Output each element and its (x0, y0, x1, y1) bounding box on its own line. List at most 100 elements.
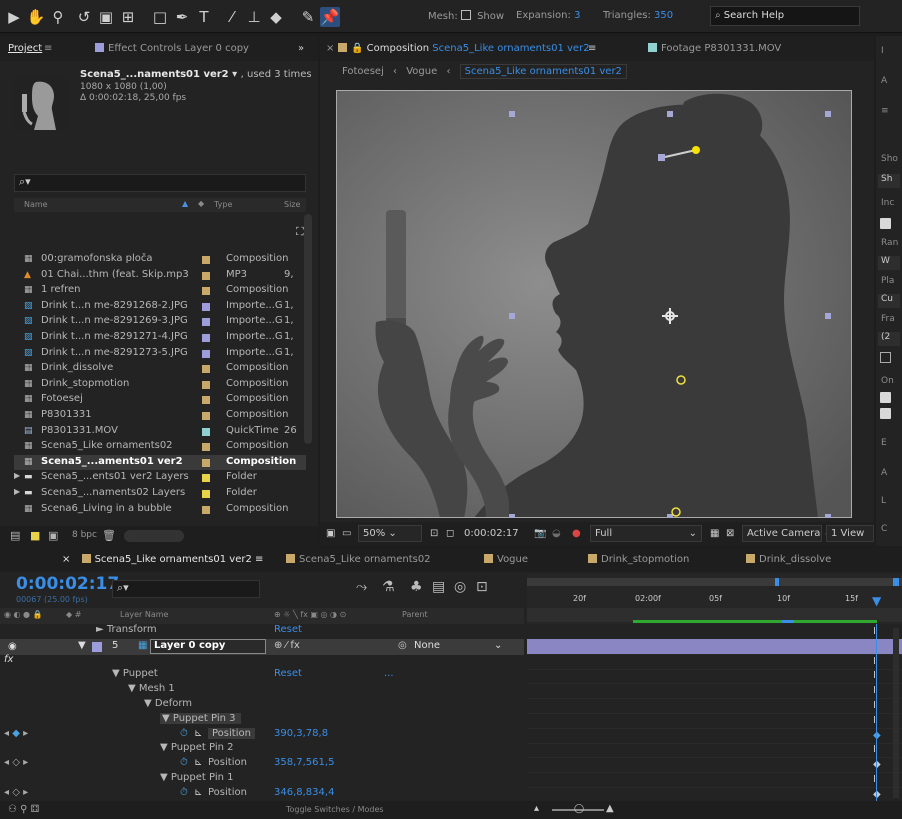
graph-editor-icon[interactable]: ⊡ (476, 579, 488, 595)
transparency-grid-icon[interactable]: ▦ (710, 528, 719, 539)
property-name[interactable]: ▼ Puppet Pin 1 (160, 772, 233, 783)
lock-icon[interactable]: 🔒 (351, 43, 363, 54)
project-item[interactable]: ▶ ▬ Scena5_...ents01 ver2 Layers Folder (14, 470, 306, 485)
time-ruler[interactable]: 20f 02:00f 05f 10f 15f ▼ (527, 574, 902, 624)
label-color-swatch[interactable] (202, 271, 210, 280)
right-checkbox-3[interactable] (880, 392, 891, 403)
expand-icon[interactable]: ▼ (78, 640, 86, 651)
tab-timeline-3[interactable]: Drink_stopmotion (588, 554, 689, 565)
type-tool-icon[interactable]: T (194, 7, 214, 27)
snapshot-icon[interactable]: 📷 (534, 528, 546, 539)
stopwatch-icon[interactable]: ⏱ (180, 787, 188, 798)
color-channel-icon[interactable]: ● (572, 528, 581, 539)
shy-layers-icon[interactable]: ♣ (410, 579, 423, 595)
fit-icon[interactable]: ⊡ (430, 528, 438, 539)
property-track[interactable] (527, 742, 902, 759)
column-name[interactable]: Name (24, 200, 48, 209)
tab-composition[interactable]: 🔒 Composition Scena5_Like ornaments01 ve… (338, 43, 590, 54)
keyframe-navigator[interactable]: ◂ ◆ ▸ (4, 728, 28, 739)
video-visibility-icon[interactable]: ◉ (8, 641, 17, 652)
clone-stamp-tool-icon[interactable]: ⊥ (244, 7, 264, 27)
parent-dropdown[interactable]: None ⌄ (414, 640, 510, 651)
project-hscrollbar[interactable] (124, 530, 184, 542)
rotate-tool-icon[interactable]: ↺ (74, 7, 94, 27)
property-track[interactable] (527, 654, 902, 670)
project-scrollbar[interactable] (304, 214, 312, 444)
views-dropdown[interactable]: 1 View (826, 525, 874, 542)
layer-duration-bar[interactable] (527, 638, 902, 655)
project-search-input[interactable]: ⌕▾ (14, 174, 306, 192)
label-color-swatch[interactable] (202, 334, 210, 342)
column-type[interactable]: Type (214, 200, 232, 209)
tab-footage[interactable]: Footage P8301331.MOV (648, 43, 781, 54)
magnification-dropdown[interactable]: 50% ⌄ (358, 525, 422, 542)
timeline-property-row[interactable]: ◂ ◇ ▸ ⏱ ⊾ Position 358,7,561,5 (0, 757, 524, 773)
timeline-property-row[interactable]: ◂ ◆ ▸ ⏱ ⊾ Position 390,3,78,8 (0, 727, 524, 744)
zoom-tool-icon[interactable]: ⚲ (48, 7, 68, 27)
camera-dropdown[interactable]: Active Camera ⌄ (742, 525, 832, 542)
draft-3d-icon[interactable]: ⚗ (382, 579, 395, 595)
property-name[interactable]: ▼ Deform (144, 698, 192, 709)
property-track[interactable] (527, 728, 902, 744)
expand-icon[interactable]: ▶ (14, 471, 20, 480)
comp-mini-flowchart-icon[interactable]: ⤳ (356, 579, 367, 595)
position-value[interactable]: 358,7,561,5 (274, 757, 334, 768)
project-item[interactable]: ▨ Drink t...n me-8291271-4.JPG Importe...G… (14, 330, 306, 345)
project-item[interactable]: ▶ ▬ Scena5_...naments02 Layers Folder (14, 486, 306, 501)
column-parent[interactable]: Parent (402, 610, 428, 619)
composition-viewer[interactable] (320, 84, 874, 521)
project-item[interactable]: ▦ Scena5_...aments01 ver2 Composition (14, 454, 306, 470)
label-color-swatch[interactable] (202, 365, 210, 374)
project-item[interactable]: ▨ Drink t...n me-8291268-2.JPG Importe...G… (14, 299, 306, 314)
project-item[interactable]: ▦ Drink_stopmotion Composition (14, 377, 306, 392)
right-checkbox-4[interactable] (880, 408, 891, 419)
column-layer-name[interactable]: Layer Name (120, 610, 168, 619)
frame-blending-icon[interactable]: ▤ (432, 579, 445, 595)
camera-tool-icon[interactable]: ▣ (96, 7, 116, 27)
label-color-swatch[interactable] (202, 302, 210, 311)
timeline-property-row[interactable]: ▼ Puppet Reset... (0, 668, 524, 684)
property-name[interactable]: ▼ Puppet (112, 668, 158, 679)
label-color-swatch[interactable] (202, 412, 210, 420)
options-ellipsis[interactable]: ... (384, 668, 394, 679)
keyframe-navigator[interactable]: ◂ ◇ ▸ (4, 787, 28, 798)
tab-timeline-1[interactable]: Scena5_Like ornaments02 (286, 554, 431, 565)
timeline-scrollbar[interactable] (893, 628, 899, 798)
right-checkbox-1[interactable] (880, 218, 891, 229)
tab-menu-icon[interactable]: ≡ (588, 43, 596, 54)
zoom-in-icon[interactable]: ▲ (606, 803, 614, 814)
project-item[interactable]: ▦ 00:gramofonska ploča Composition (14, 252, 306, 267)
current-time[interactable]: 0:00:02:17 (464, 528, 519, 539)
layer-label-color[interactable] (92, 641, 102, 652)
property-name[interactable]: Position (208, 757, 247, 768)
tab-project[interactable]: Project (8, 43, 42, 54)
resolution-dropdown[interactable]: Full ⌄ (590, 525, 702, 542)
timeline-current-time[interactable]: 0:00:02:17 (16, 574, 119, 594)
new-folder-icon[interactable]: ■ (30, 529, 40, 542)
tab-timeline-0[interactable]: × Scena5_Like ornaments01 ver2 ≡ (62, 554, 263, 565)
expand-icon[interactable]: ▶ (14, 487, 20, 496)
layer-name[interactable]: Layer 0 copy (150, 638, 266, 654)
property-name[interactable]: ► Transform (96, 624, 157, 635)
property-name[interactable]: Position (208, 787, 247, 798)
pan-behind-tool-icon[interactable]: ⊞ (118, 7, 138, 27)
pen-tool-icon[interactable]: ✒ (172, 7, 192, 27)
label-color-swatch[interactable] (202, 380, 210, 389)
label-tag-icon[interactable]: ◆ (198, 199, 204, 208)
timeline-property-row[interactable]: ▼ Mesh 1 (0, 683, 524, 699)
label-color-swatch[interactable] (202, 443, 210, 452)
timeline-layer-row[interactable]: ◉ ▼ 5 ▦ Layer 0 copy ⊕ ⁄ fx ◎ None ⌄ (0, 638, 524, 655)
brush-tool-icon[interactable]: ⁄ (222, 7, 242, 27)
pickwhip-icon[interactable]: ◎ (398, 640, 407, 651)
right-box-11[interactable]: (2 (878, 332, 900, 346)
property-name[interactable]: ▼ Mesh 1 (128, 683, 175, 694)
reset-link[interactable]: Reset (274, 624, 302, 635)
label-color-swatch[interactable] (202, 427, 210, 436)
project-item[interactable]: ▦ Drink_dissolve Composition (14, 361, 306, 376)
show-snapshot-icon[interactable]: ◒ (552, 528, 561, 539)
graph-icon[interactable]: ⊾ (194, 757, 202, 768)
label-color-swatch[interactable] (202, 505, 210, 514)
mask-visibility-icon[interactable]: ⊠ (726, 528, 734, 539)
eraser-tool-icon[interactable]: ◆ (266, 7, 286, 27)
always-preview-icon[interactable]: ▣ (326, 528, 335, 539)
